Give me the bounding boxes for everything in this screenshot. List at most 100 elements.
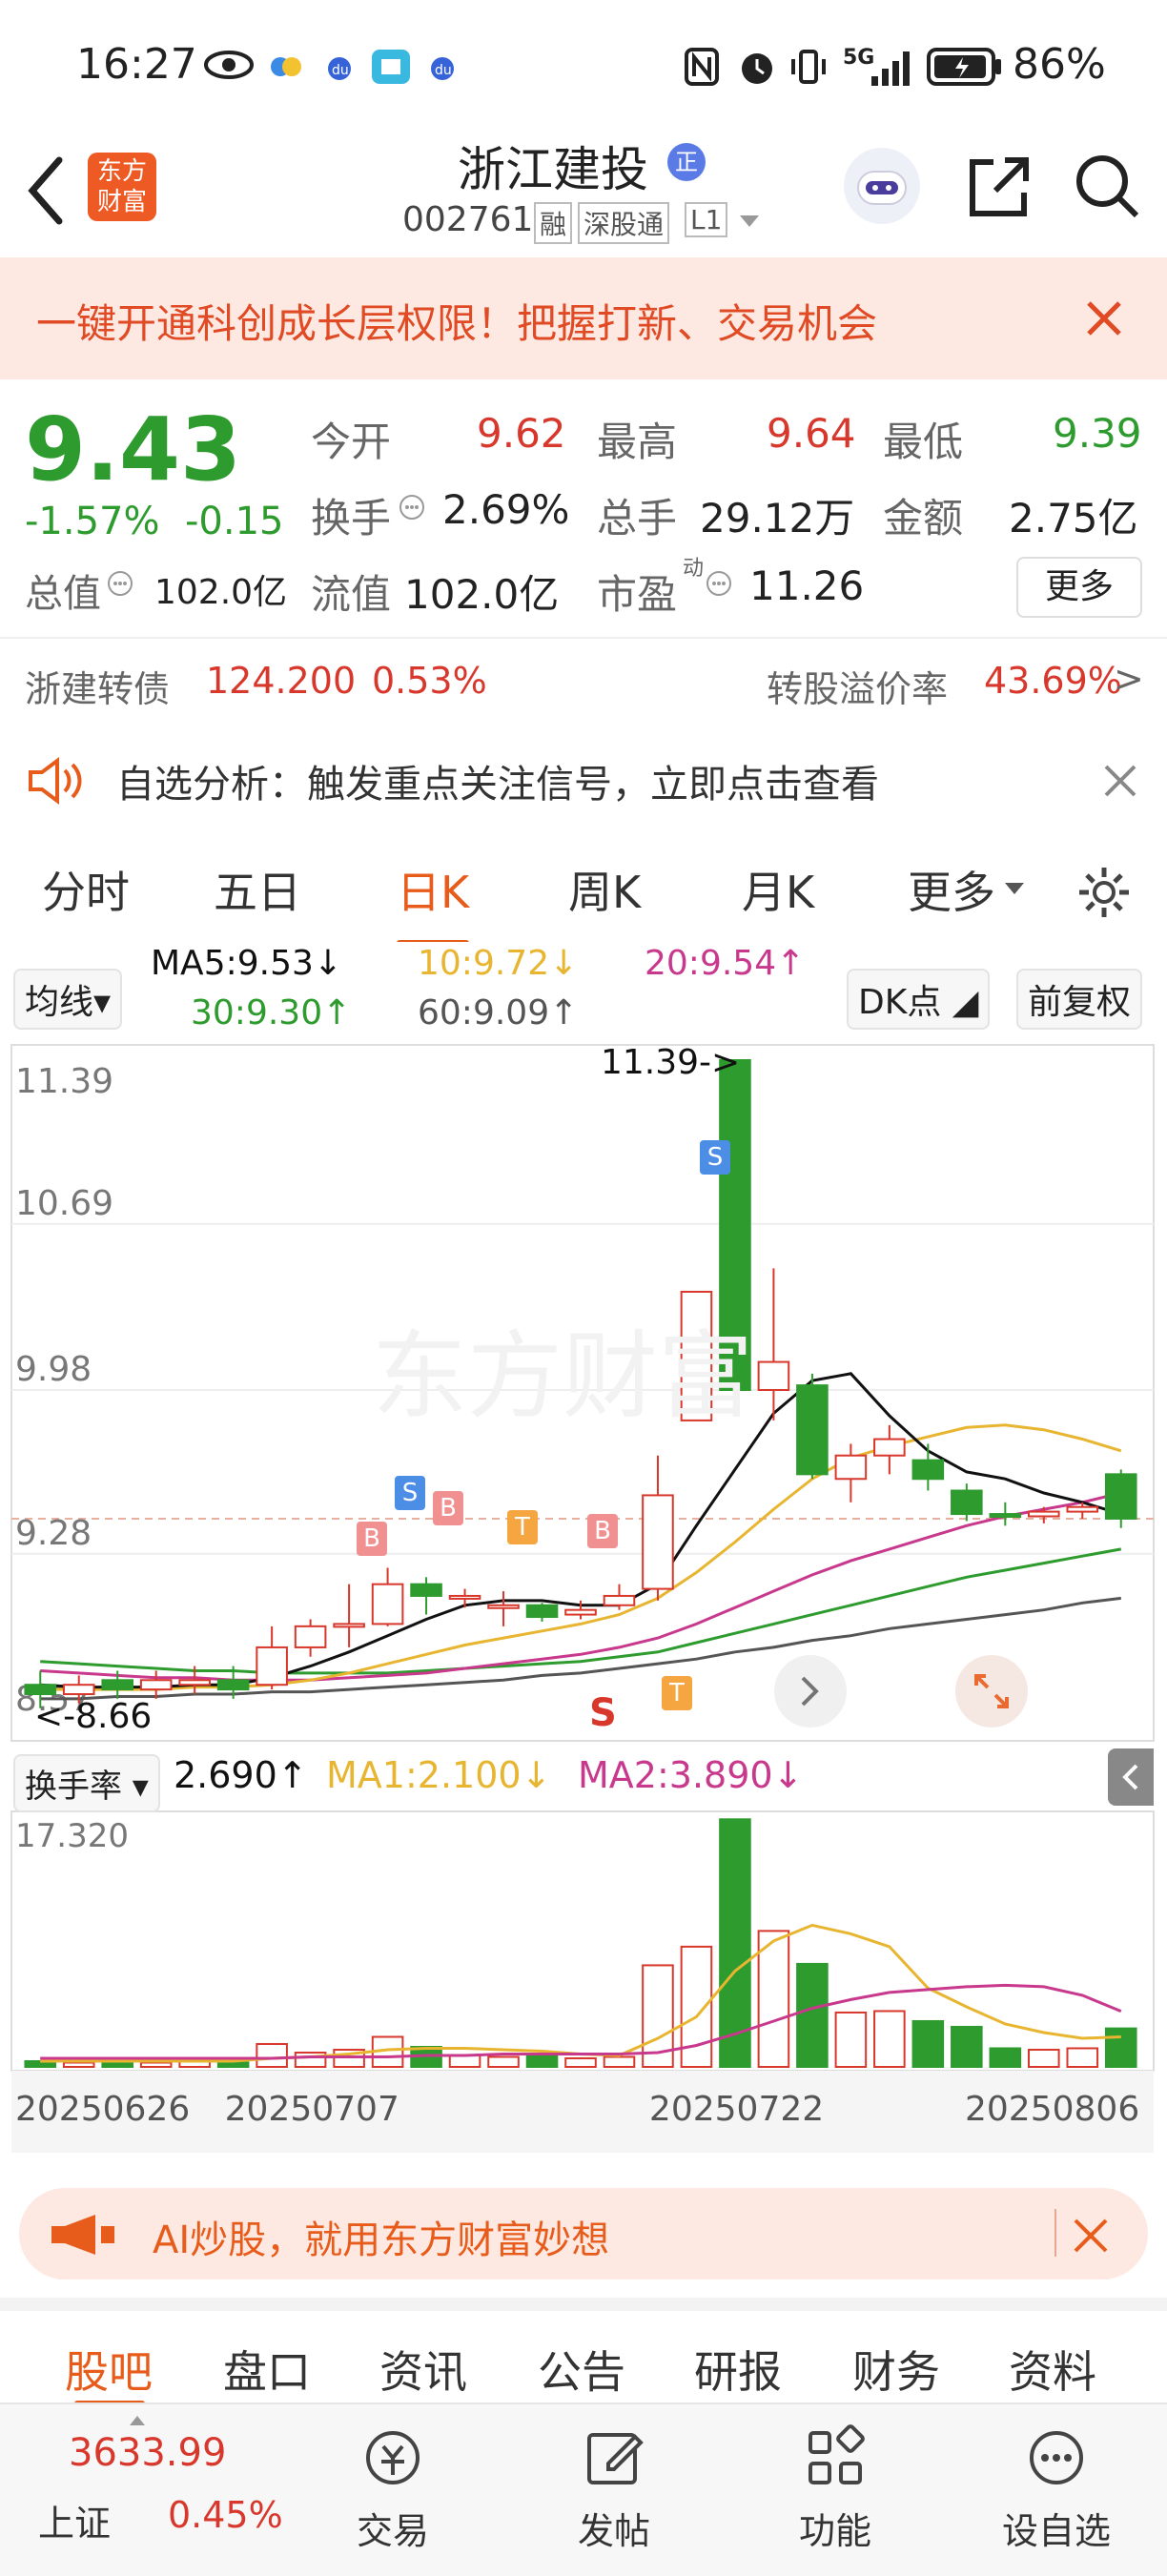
turnover-ma1: MA1:2.100↓ bbox=[326, 1754, 552, 1796]
functions-button[interactable]: 功能 bbox=[759, 2423, 911, 2554]
turnover-bar bbox=[796, 1962, 829, 2069]
s-label-marker[interactable]: S bbox=[589, 1691, 617, 1735]
volume-label: 总手 bbox=[597, 495, 678, 542]
min-price-annotation: <-8.66 bbox=[34, 1697, 153, 1736]
add-watchlist-button[interactable]: 设自选 bbox=[980, 2423, 1133, 2554]
ai-promo-bar[interactable]: AI炒股，就用东方财富妙想 bbox=[19, 2188, 1148, 2280]
chevron-left-icon bbox=[1122, 1764, 1138, 1790]
pe-value: 11.26 bbox=[749, 562, 865, 609]
ai-assistant-icon[interactable] bbox=[839, 143, 925, 229]
tab-intraday[interactable]: 分时 bbox=[42, 858, 130, 921]
share-icon[interactable] bbox=[963, 151, 1035, 223]
close-icon[interactable] bbox=[1083, 297, 1125, 339]
high-label: 最高 bbox=[597, 419, 678, 465]
candle-body bbox=[834, 1454, 868, 1481]
tab-research[interactable]: 研报 bbox=[694, 2338, 782, 2401]
ma10-line bbox=[40, 1423, 1122, 1691]
turnover-selector[interactable]: 换手率 ▾ bbox=[13, 1754, 160, 1812]
trade-icon bbox=[366, 2431, 420, 2484]
fullscreen-button[interactable] bbox=[955, 1655, 1028, 1728]
up-arrow-icon bbox=[130, 2416, 145, 2425]
close-icon-2[interactable] bbox=[1102, 763, 1138, 799]
turnover-current: 2.690↑ bbox=[174, 1754, 308, 1796]
promo-text[interactable]: 一键开通科创成长层权限！把握打新、交易机会 bbox=[36, 292, 877, 350]
candle-body bbox=[525, 1604, 559, 1619]
kline-chart-area: 均线▾ MA5:9.53↓ 10:9.72↓ 20:9.54↑ 30:9.30↑… bbox=[0, 942, 1167, 2172]
clock: 16:27 bbox=[76, 40, 197, 89]
alarm-icon bbox=[742, 53, 772, 84]
tab-five-day[interactable]: 五日 bbox=[214, 858, 301, 921]
alert-text[interactable]: 自选分析：触发重点关注信号，立即点击查看 bbox=[116, 753, 879, 808]
candle-body bbox=[873, 1438, 906, 1457]
buy-signal-marker[interactable]: B bbox=[587, 1514, 618, 1548]
bond-name: 浙建转债 bbox=[25, 668, 171, 710]
tab-announcements[interactable]: 公告 bbox=[538, 2338, 625, 2401]
watermark: 东方财富 bbox=[372, 1320, 753, 1432]
post-button[interactable]: 发帖 bbox=[538, 2423, 690, 2554]
pe-label: 市盈 bbox=[597, 571, 678, 618]
baidu-icon: du bbox=[328, 57, 351, 80]
tab-weekly-k[interactable]: 周K bbox=[568, 858, 641, 921]
alert-notice[interactable]: 自选分析：触发重点关注信号，立即点击查看 bbox=[0, 725, 1167, 839]
tab-news[interactable]: 资讯 bbox=[379, 2338, 467, 2401]
signal-icon bbox=[871, 51, 910, 86]
buy-signal-marker[interactable]: B bbox=[433, 1491, 463, 1525]
t-signal-marker[interactable]: T bbox=[507, 1510, 538, 1544]
level-tag[interactable]: L1 bbox=[685, 202, 728, 237]
volume-value: 29.12万 bbox=[700, 495, 855, 542]
turnover-bar bbox=[487, 2055, 520, 2069]
tab-pankou[interactable]: 盘口 bbox=[223, 2338, 311, 2401]
index-value: 3633.99 bbox=[69, 2431, 227, 2475]
logo-text-bottom: 财富 bbox=[96, 188, 147, 216]
open-label: 今开 bbox=[311, 419, 392, 465]
next-arrow-button[interactable] bbox=[774, 1655, 847, 1728]
info-icon[interactable] bbox=[399, 494, 425, 521]
gear-icon[interactable] bbox=[1075, 864, 1133, 921]
tab-profile[interactable]: 资料 bbox=[1009, 2338, 1096, 2401]
tab-finance[interactable]: 财务 bbox=[852, 2338, 940, 2401]
open-value: 9.62 bbox=[477, 410, 566, 457]
buy-signal-marker[interactable]: B bbox=[357, 1522, 387, 1556]
collapse-side-button[interactable] bbox=[1108, 1748, 1154, 1806]
candle-body bbox=[333, 1623, 365, 1628]
turnover-bar bbox=[873, 2010, 906, 2068]
premium-value: 43.69% bbox=[984, 660, 1122, 702]
tab-daily-k[interactable]: 日K bbox=[397, 858, 470, 946]
vibrate-icon bbox=[791, 50, 826, 84]
speaker-icon bbox=[29, 757, 82, 805]
amount-value: 2.75亿 bbox=[1009, 495, 1138, 542]
tab-guba[interactable]: 股吧 bbox=[65, 2338, 153, 2401]
more-button[interactable]: 更多 bbox=[1016, 557, 1142, 618]
candle-body bbox=[371, 1583, 404, 1625]
sell-signal-marker[interactable]: S bbox=[395, 1476, 425, 1510]
tab-more[interactable]: 更多 bbox=[908, 858, 995, 921]
turnover-bar bbox=[62, 2061, 95, 2069]
trade-button[interactable]: 交易 bbox=[317, 2423, 469, 2554]
sell-signal-marker[interactable]: S bbox=[700, 1140, 730, 1175]
mktcap-value: 102.0亿 bbox=[154, 573, 288, 612]
baidu-icon-2: du bbox=[431, 57, 454, 80]
t-signal-marker[interactable]: T bbox=[662, 1676, 692, 1710]
ai-promo-text[interactable]: AI炒股，就用东方财富妙想 bbox=[153, 2209, 609, 2264]
info-icon-2[interactable] bbox=[107, 570, 133, 597]
search-icon[interactable] bbox=[1072, 151, 1144, 223]
turnover-bar bbox=[564, 2056, 597, 2068]
index-ticker[interactable]: 3633.99 上证 0.45% bbox=[25, 2414, 283, 2557]
promo-banner[interactable]: 一键开通科创成长层权限！把握打新、交易机会 bbox=[0, 257, 1167, 379]
turnover-label: 换手 bbox=[311, 495, 392, 542]
quote-panel: 9.43 -1.57% -0.15 今开 9.62 最高 9.64 最低 9.3… bbox=[0, 379, 1167, 637]
turnover-bar bbox=[256, 2042, 288, 2069]
eye-icon bbox=[204, 51, 254, 79]
close-icon-3[interactable] bbox=[1072, 2217, 1110, 2255]
date-tick-label: 20250806 bbox=[965, 2090, 1139, 2129]
index-percent: 0.45% bbox=[168, 2494, 283, 2536]
turnover-bar bbox=[139, 2061, 173, 2069]
chevron-right-icon[interactable]: > bbox=[1114, 658, 1144, 700]
info-icon-3[interactable] bbox=[706, 570, 732, 597]
tab-monthly-k[interactable]: 月K bbox=[742, 858, 814, 921]
dropdown-icon[interactable] bbox=[738, 212, 761, 231]
chevron-down-icon[interactable] bbox=[1003, 879, 1026, 898]
candle-body bbox=[410, 1583, 442, 1597]
back-icon[interactable] bbox=[23, 153, 71, 229]
stock-name: 浙江建投 bbox=[458, 142, 648, 197]
